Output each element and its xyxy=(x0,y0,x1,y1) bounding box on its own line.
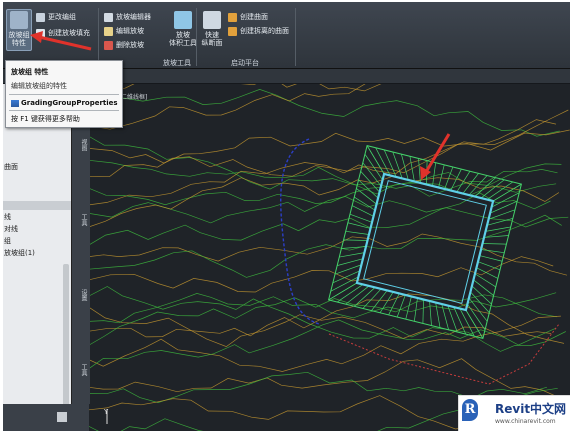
viewport-label: 二维线框] xyxy=(121,94,148,101)
quick-profile-icon xyxy=(203,11,221,29)
watermark-logo: R Revit中文网 www.chinarevit.com xyxy=(458,395,570,431)
edit-grading-label: 编辑放坡 xyxy=(116,27,144,35)
quick-profile-label-2: 纵断面 xyxy=(201,39,223,47)
tooltip-command-name: GradingGroupProperties xyxy=(21,99,118,107)
quick-profile-button[interactable]: 快速 纵断面 xyxy=(199,11,225,47)
delete-grading-label: 删除放坡 xyxy=(116,41,144,49)
create-detached-surface-button[interactable]: 创建拆离的曲面 xyxy=(228,26,289,36)
quick-profile-label-1: 快速 xyxy=(205,31,219,39)
create-surface-icon xyxy=(228,12,237,22)
application-window: 放坡组 特性 更改编组 创建放坡填充 放坡编辑器 编辑放坡 删除放坡 放坡 体积… xyxy=(3,2,570,431)
tooltip-description: 编辑放坡组的特性 xyxy=(11,82,67,90)
create-surface-label: 创建曲面 xyxy=(240,13,268,21)
tree-item-grading-group[interactable]: 放坡组(1) xyxy=(4,248,35,258)
panel-label-launch-pad: 启动平台 xyxy=(231,59,259,67)
watermark-url: www.chinarevit.com xyxy=(495,418,556,425)
vtab-tools[interactable]: 工具 xyxy=(74,214,88,226)
tree-item-surface[interactable]: 曲面 xyxy=(4,162,18,172)
grading-volume-tools-label-2: 体积工具 xyxy=(169,39,197,47)
vtab-settings[interactable]: 设置 xyxy=(74,289,88,301)
svg-text:Y: Y xyxy=(103,408,109,416)
palette-vertical-tabs: 视图 工具 设置 工具 xyxy=(71,84,90,404)
create-detached-surface-label: 创建拆离的曲面 xyxy=(240,27,289,35)
revit-logo-icon: R xyxy=(462,399,478,421)
grading-editor-icon xyxy=(104,12,113,22)
tooltip-help: 按 F1 键获得更多帮助 xyxy=(11,115,80,123)
grading-editor-button[interactable]: 放坡编辑器 xyxy=(104,12,151,22)
tooltip-command: GradingGroupProperties xyxy=(11,99,118,107)
prospector-palette: 曲面 线 对线 组 放坡组(1) xyxy=(3,84,71,414)
command-icon xyxy=(11,99,19,107)
edit-grading-icon xyxy=(104,26,113,36)
vtab-view[interactable]: 视图 xyxy=(74,139,88,151)
volume-tools-icon xyxy=(174,11,192,29)
create-detached-surface-icon xyxy=(228,26,237,36)
palette-bottom-bar xyxy=(3,404,89,431)
grading-volume-tools-label-1: 放坡 xyxy=(176,31,190,39)
vtab-toolbox[interactable]: 工具 xyxy=(74,364,88,376)
tree-item-feature-line[interactable]: 对线 xyxy=(4,224,18,234)
ribbon-red-arrow xyxy=(30,31,92,51)
delete-grading-button[interactable]: 删除放坡 xyxy=(104,40,144,50)
panel-label-grading-tools: 放坡工具 xyxy=(163,59,191,67)
tree-item-line[interactable]: 线 xyxy=(4,212,11,222)
palette-scrollbar[interactable] xyxy=(63,264,69,414)
palette-bottom-button[interactable] xyxy=(57,412,67,422)
delete-grading-icon xyxy=(104,40,113,50)
watermark-brand: Revit中文网 xyxy=(495,402,567,416)
grading-volume-tools-button[interactable]: 放坡 体积工具 xyxy=(166,11,200,47)
edit-grading-button[interactable]: 编辑放坡 xyxy=(104,26,144,36)
grading-editor-label: 放坡编辑器 xyxy=(116,13,151,21)
drawing-canvas[interactable]: Y xyxy=(89,84,570,431)
create-surface-button[interactable]: 创建曲面 xyxy=(228,12,268,22)
tree-item-group[interactable]: 组 xyxy=(4,236,11,246)
